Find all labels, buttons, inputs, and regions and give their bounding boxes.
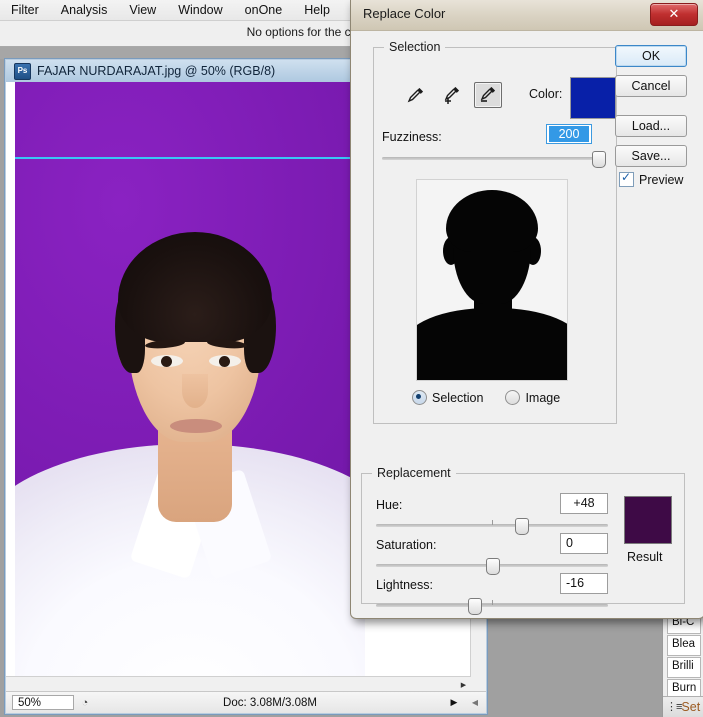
menu-item-onone[interactable]: onOne xyxy=(234,0,294,20)
hue-slider-tick xyxy=(492,520,493,525)
radio-dot-icon xyxy=(505,390,521,405)
dialog-title-bar[interactable]: Replace Color ✕ xyxy=(351,0,703,31)
lightness-slider[interactable] xyxy=(376,598,608,615)
menu-item-view[interactable]: View xyxy=(118,0,167,20)
replacement-group: Replacement Hue: +48 Saturation: 0 Light… xyxy=(361,466,685,615)
replace-color-dialog: Replace Color ✕ Selection Color: Fuzzine… xyxy=(350,0,703,619)
preview-checkbox[interactable]: Preview xyxy=(619,170,684,187)
result-label: Result xyxy=(627,550,663,564)
list-item[interactable]: Blea xyxy=(667,635,701,656)
lightness-label: Lightness: xyxy=(376,578,433,592)
saturation-input[interactable]: 0 xyxy=(560,533,608,554)
close-icon[interactable]: ✕ xyxy=(650,3,698,26)
selection-marquee-line xyxy=(15,157,365,159)
fuzziness-slider-thumb[interactable] xyxy=(592,151,606,168)
radio-dot-icon xyxy=(412,390,427,405)
photo-mouth xyxy=(170,419,222,433)
panel-footer[interactable]: ⋮≡ Set xyxy=(663,696,703,717)
saturation-slider[interactable] xyxy=(376,558,608,575)
saturation-slider-thumb[interactable] xyxy=(486,558,500,575)
preview-mode-radios: Selection Image xyxy=(412,390,560,405)
zoom-level-field[interactable]: 50% xyxy=(12,695,74,710)
presets-panel: Bi-C Blea Brilli Burn ⋮≡ Set xyxy=(662,612,703,717)
hue-slider[interactable] xyxy=(376,518,608,535)
checkbox-check-icon xyxy=(619,170,634,187)
result-swatch[interactable] xyxy=(624,496,672,544)
fuzziness-label: Fuzziness: xyxy=(382,130,442,144)
eyedropper-icon[interactable] xyxy=(402,82,430,108)
photo-eye-right xyxy=(209,355,241,367)
color-label: Color: xyxy=(529,87,563,101)
preview-checkbox-label: Preview xyxy=(639,172,684,187)
photo-image xyxy=(15,82,365,694)
menu-item-help[interactable]: Help xyxy=(293,0,341,20)
fuzziness-value: 200 xyxy=(549,126,589,142)
selection-group-legend: Selection xyxy=(389,40,441,54)
hue-label: Hue: xyxy=(376,498,403,512)
save-button[interactable]: Save... xyxy=(615,145,687,167)
screen-root: Filter Analysis View Window onOne Help N… xyxy=(0,0,703,717)
eyedropper-subtract-icon[interactable] xyxy=(474,82,502,108)
scroll-right-arrow-icon[interactable]: ▶ xyxy=(456,677,471,692)
document-size-text: Doc: 3.08M/3.08M xyxy=(223,696,317,709)
ok-button[interactable]: OK xyxy=(615,45,687,67)
photoshop-icon xyxy=(14,62,31,80)
radio-image-label: Image xyxy=(525,390,561,405)
status-menu-arrow-icon[interactable]: ▶ xyxy=(444,697,464,708)
color-swatch[interactable] xyxy=(570,77,616,119)
replacement-group-legend: Replacement xyxy=(377,466,451,480)
lightness-input[interactable]: -16 xyxy=(560,573,608,594)
radio-selection-label: Selection xyxy=(432,390,484,405)
lightness-slider-thumb[interactable] xyxy=(468,598,482,615)
mask-hair xyxy=(446,190,538,252)
selection-group: Selection Color: Fuzziness: 200 Selectio… xyxy=(373,40,617,424)
document-status-bar: 50% ◔ Doc: 3.08M/3.08M ▶ ◀ xyxy=(6,691,486,713)
horizontal-scrollbar[interactable]: ▶ xyxy=(6,676,471,692)
lightness-slider-tick xyxy=(492,600,493,605)
radio-image[interactable]: Image xyxy=(505,390,560,405)
eyedropper-toolbar xyxy=(402,82,502,108)
menu-item-analysis[interactable]: Analysis xyxy=(50,0,119,20)
eyedropper-add-icon[interactable] xyxy=(438,82,466,108)
fuzziness-slider-track xyxy=(382,157,604,160)
selection-mask-preview[interactable] xyxy=(416,179,568,381)
fuzziness-input[interactable]: 200 xyxy=(546,124,592,144)
resize-grip[interactable] xyxy=(471,677,486,692)
menu-item-filter[interactable]: Filter xyxy=(0,0,50,20)
dialog-title-text: Replace Color xyxy=(363,6,446,21)
document-title-text: FAJAR NURDARAJAT.jpg @ 50% (RGB/8) xyxy=(37,64,276,78)
hue-input[interactable]: +48 xyxy=(560,493,608,514)
preview-thumbnail-icon[interactable]: ◔ xyxy=(74,697,96,709)
list-item[interactable]: Brilli xyxy=(667,657,701,678)
load-button[interactable]: Load... xyxy=(615,115,687,137)
saturation-label: Saturation: xyxy=(376,538,437,552)
dialog-body: Selection Color: Fuzziness: 200 Selectio… xyxy=(351,30,703,616)
status-scroll-left-icon[interactable]: ◀ xyxy=(464,698,486,707)
photo-nose xyxy=(182,374,208,408)
list-icon: ⋮≡ xyxy=(666,701,682,713)
photo-eye-left xyxy=(151,355,183,367)
cancel-button[interactable]: Cancel xyxy=(615,75,687,97)
radio-selection[interactable]: Selection xyxy=(412,390,483,405)
hue-slider-thumb[interactable] xyxy=(515,518,529,535)
panel-footer-label: Set xyxy=(681,700,701,714)
fuzziness-slider[interactable] xyxy=(382,151,606,168)
menu-item-window[interactable]: Window xyxy=(167,0,233,20)
